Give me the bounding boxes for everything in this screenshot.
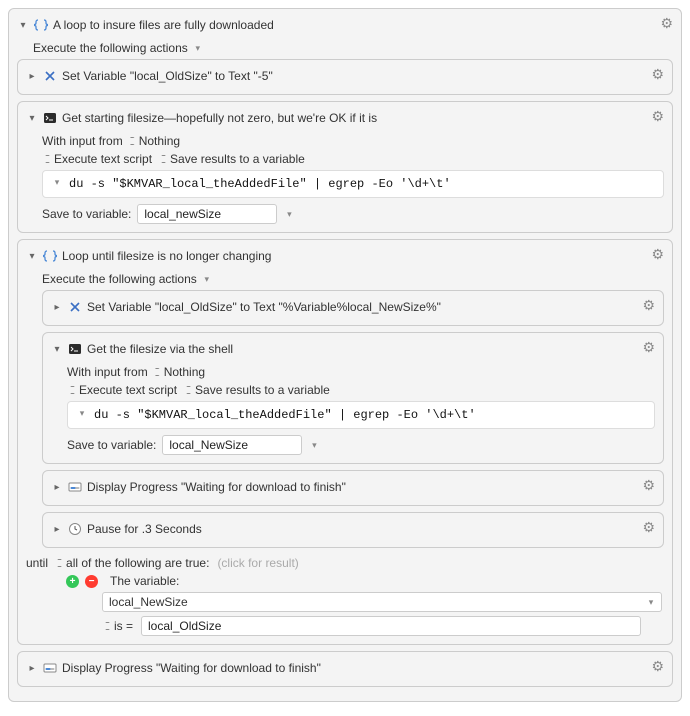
disclosure-down-icon[interactable]: ▾ [26, 113, 38, 124]
exec-mode-popup[interactable]: Execute text script [67, 383, 179, 397]
disclosure-right-icon[interactable]: ▸ [26, 663, 38, 674]
action-display-progress-outer: ▸ Display Progress "Waiting for download… [17, 651, 673, 687]
script-code: du -s "$KMVAR_local_theAddedFile" | egre… [94, 408, 476, 422]
gear-icon[interactable]: ⚙ [642, 519, 655, 536]
progress-window-icon [67, 479, 83, 495]
gear-icon[interactable]: ⚙ [651, 246, 664, 263]
variable-x-icon [42, 68, 58, 84]
action-shell-get-filesize: ▾ Get the filesize via the shell ⚙ With … [42, 332, 664, 464]
disclosure-down-icon[interactable]: ▾ [51, 344, 63, 355]
chevron-down-icon[interactable]: ▾ [51, 177, 63, 191]
group-loop-until-no-change: ▾ Loop until filesize is no longer chang… [17, 239, 673, 645]
group-loop-ensure-downloaded: ▾ A loop to insure files are fully downl… [8, 8, 682, 702]
save-to-variable-field[interactable] [162, 435, 302, 455]
action-shell-starting-filesize: ▾ Get starting filesize—hopefully not ze… [17, 101, 673, 233]
disclosure-right-icon[interactable]: ▸ [51, 524, 63, 535]
save-to-label: Save to variable: [67, 438, 156, 452]
gear-icon[interactable]: ⚙ [642, 297, 655, 314]
chevron-down-icon[interactable]: ▾ [308, 440, 320, 451]
action-title: Get the filesize via the shell [87, 342, 253, 356]
click-for-result-hint[interactable]: (click for result) [217, 556, 298, 570]
condition-compare-field[interactable] [141, 616, 641, 636]
until-mode-popup[interactable]: all of the following are true: [54, 556, 211, 570]
action-title: Get starting filesize—hopefully not zero… [62, 111, 397, 125]
gear-icon[interactable]: ⚙ [651, 658, 664, 675]
terminal-icon [67, 341, 83, 357]
progress-window-icon [42, 660, 58, 676]
save-to-label: Save to variable: [42, 207, 131, 221]
braces-icon [33, 17, 49, 33]
chevron-down-icon[interactable]: ▾ [76, 408, 88, 422]
add-condition-button[interactable]: + [66, 575, 79, 588]
script-code: du -s "$KMVAR_local_theAddedFile" | egre… [69, 177, 451, 191]
action-pause: ▸ Pause for .3 Seconds ⚙ [42, 512, 664, 548]
group-title: Loop until filesize is no longer changin… [62, 249, 291, 263]
with-input-label: With input from [42, 134, 123, 148]
action-display-progress: ▸ Display Progress "Waiting for download… [42, 470, 664, 506]
terminal-icon [42, 110, 58, 126]
chevron-down-icon[interactable]: ▾ [201, 274, 213, 285]
save-to-variable-field[interactable] [137, 204, 277, 224]
disclosure-right-icon[interactable]: ▸ [51, 482, 63, 493]
with-input-label: With input from [67, 365, 148, 379]
clock-icon [67, 521, 83, 537]
gear-icon[interactable]: ⚙ [660, 15, 673, 32]
execute-label: Execute the following actions [42, 272, 197, 286]
save-mode-popup[interactable]: Save results to a variable [183, 383, 332, 397]
action-set-variable-oldsize: ▸ Set Variable "local_OldSize" to Text "… [17, 59, 673, 95]
script-text-area[interactable]: ▾ du -s "$KMVAR_local_theAddedFile" | eg… [67, 401, 655, 429]
condition-operator-popup[interactable]: is = [102, 619, 135, 633]
braces-icon [42, 248, 58, 264]
action-title: Set Variable "local_OldSize" to Text "-5… [62, 69, 293, 83]
disclosure-right-icon[interactable]: ▸ [51, 302, 63, 313]
remove-condition-button[interactable]: − [85, 575, 98, 588]
execute-label: Execute the following actions [33, 41, 188, 55]
until-label: until [26, 556, 48, 570]
input-source-popup[interactable]: Nothing [127, 134, 182, 148]
input-source-popup[interactable]: Nothing [152, 365, 207, 379]
disclosure-right-icon[interactable]: ▸ [26, 71, 38, 82]
variable-x-icon [67, 299, 83, 315]
chevron-down-icon[interactable]: ▾ [192, 43, 204, 54]
action-title: Set Variable "local_OldSize" to Text "%V… [87, 300, 461, 314]
action-title: Pause for .3 Seconds [87, 522, 222, 536]
script-text-area[interactable]: ▾ du -s "$KMVAR_local_theAddedFile" | eg… [42, 170, 664, 198]
disclosure-down-icon[interactable]: ▾ [17, 20, 29, 31]
action-set-variable-oldsize-from-new: ▸ Set Variable "local_OldSize" to Text "… [42, 290, 664, 326]
chevron-down-icon[interactable]: ▾ [283, 209, 295, 220]
gear-icon[interactable]: ⚙ [642, 477, 655, 494]
condition-variable-label: The variable: [110, 574, 179, 588]
gear-icon[interactable]: ⚙ [642, 339, 655, 356]
gear-icon[interactable]: ⚙ [651, 66, 664, 83]
group-title: A loop to insure files are fully downloa… [53, 18, 294, 32]
action-title: Display Progress "Waiting for download t… [87, 480, 366, 494]
save-mode-popup[interactable]: Save results to a variable [158, 152, 307, 166]
exec-mode-popup[interactable]: Execute text script [42, 152, 154, 166]
disclosure-down-icon[interactable]: ▾ [26, 251, 38, 262]
condition-variable-field[interactable]: local_NewSize ▾ [102, 592, 662, 612]
gear-icon[interactable]: ⚙ [651, 108, 664, 125]
action-title: Display Progress "Waiting for download t… [62, 661, 341, 675]
